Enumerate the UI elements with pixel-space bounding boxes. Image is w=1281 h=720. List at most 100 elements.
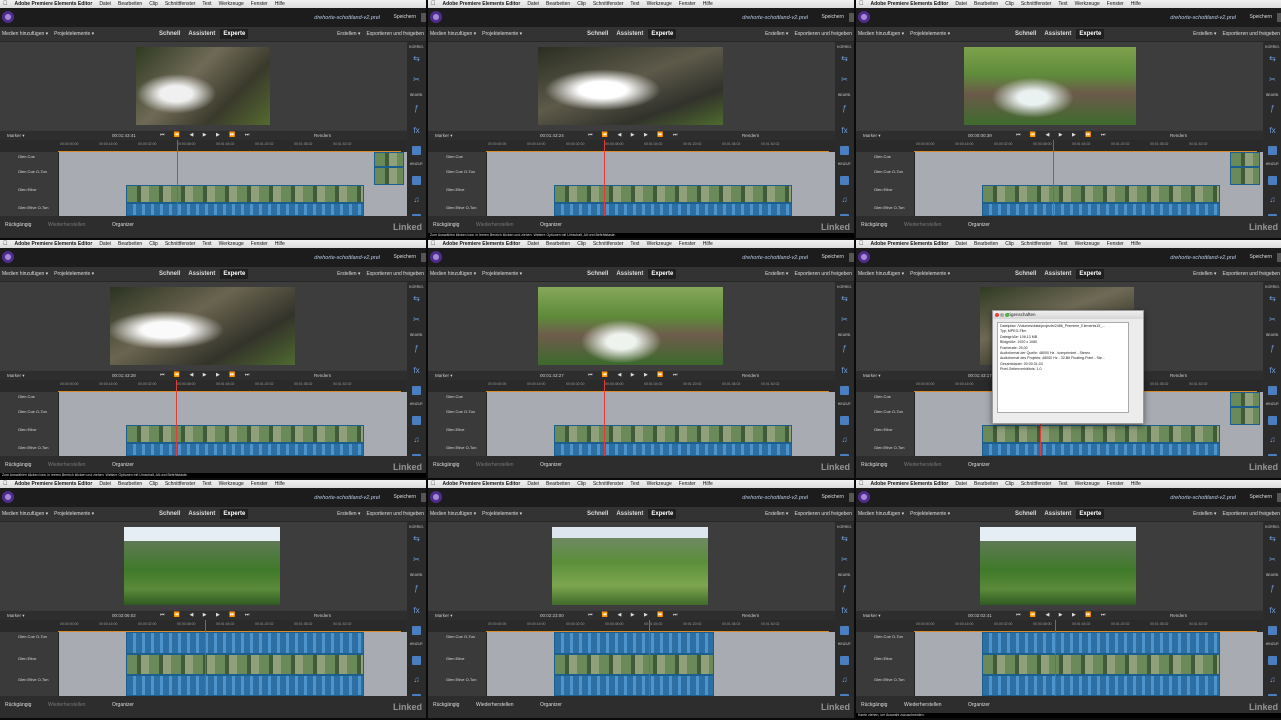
timeline-track[interactable]: Glen Etive [0, 425, 407, 444]
add-media-menu[interactable]: Medien hinzufügen ▾ [2, 511, 48, 517]
redo-button[interactable]: Wiederherstellen [48, 462, 86, 468]
menu-item[interactable]: Text [630, 1, 639, 7]
audio-clip[interactable] [554, 675, 714, 696]
music-icon[interactable]: ♫ [836, 675, 853, 684]
undo-button[interactable]: Rückgängig [861, 702, 887, 708]
timeline-track[interactable]: Glen Etive O-Ton [0, 443, 407, 457]
playhead[interactable] [177, 140, 178, 216]
menu-item[interactable]: Datei [527, 241, 539, 247]
transport-controls[interactable]: ⏮ ⏪ ◀ ▶ ▶ ⏩ ⏭ [1016, 612, 1109, 618]
audio-clip[interactable] [126, 632, 364, 654]
menu-item[interactable]: Schnittfenster [1021, 241, 1052, 247]
adjust-icon[interactable]: ⇆ [836, 294, 853, 303]
mode-tab-schnell[interactable]: Schnell [584, 509, 611, 519]
menu-item[interactable]: Text [202, 481, 211, 487]
project-elements-menu[interactable]: Projektelemente ▾ [54, 31, 94, 37]
video-clip[interactable] [1230, 392, 1260, 407]
video-preview[interactable] [136, 47, 270, 125]
app-menu[interactable]: Adobe Premiere Elements Editor [871, 1, 949, 7]
timeline-ruler[interactable]: 00:00:00:00 00:00:16:00 00:00:32:00 00:00:4… [428, 380, 835, 392]
video-clip[interactable] [126, 654, 364, 675]
timeline-track[interactable]: Glen Etive [428, 425, 835, 444]
project-elements-menu[interactable]: Projektelemente ▾ [54, 511, 94, 517]
mode-tab-experte[interactable]: Experte [220, 269, 249, 279]
timeline-ruler[interactable]: 00:00:00:00 00:00:16:00 00:00:32:00 00:00:4… [428, 620, 835, 632]
menu-item[interactable]: Fenster [679, 1, 696, 7]
organizer-button[interactable]: Organizer [112, 702, 134, 708]
menu-item[interactable]: Schnittfenster [165, 481, 196, 487]
applied-effects-icon[interactable]: ƒ [836, 344, 853, 353]
adjust-icon[interactable]: ⇆ [408, 534, 425, 543]
mode-tab-assistent[interactable]: Assistent [185, 29, 218, 39]
mode-tab-assistent[interactable]: Assistent [613, 269, 646, 279]
minimize-dialog-icon[interactable] [1000, 313, 1004, 317]
project-elements-menu[interactable]: Projektelemente ▾ [482, 511, 522, 517]
color-icon[interactable] [1268, 146, 1277, 155]
menu-item[interactable]: Schnittfenster [165, 241, 196, 247]
app-menu[interactable]: Adobe Premiere Elements Editor [15, 241, 93, 247]
mode-tab-experte[interactable]: Experte [220, 509, 249, 519]
add-media-menu[interactable]: Medien hinzufügen ▾ [858, 511, 904, 517]
render-button[interactable]: Rendern [742, 613, 759, 618]
video-clip[interactable] [982, 654, 1220, 675]
video-clip[interactable] [374, 152, 404, 167]
menu-item[interactable]: Schnittfenster [593, 481, 624, 487]
apple-menu-icon[interactable]:  [859, 1, 864, 7]
timeline-ruler[interactable]: 00:00:00:00 00:00:16:00 00:00:32:00 00:00:4… [0, 620, 407, 632]
organizer-button[interactable]: Organizer [540, 462, 562, 468]
timeline-track[interactable]: Glen Etive O-Ton [0, 675, 407, 697]
save-button[interactable]: Speichern [1249, 254, 1272, 260]
menu-item[interactable]: Fenster [1107, 481, 1124, 487]
fx-icon[interactable]: fx [408, 126, 425, 135]
audio-clip[interactable] [126, 203, 364, 216]
add-media-menu[interactable]: Medien hinzufügen ▾ [2, 271, 48, 277]
menu-item[interactable]: Werkzeuge [1075, 1, 1100, 7]
mode-tab-assistent[interactable]: Assistent [1041, 29, 1074, 39]
mode-tab-schnell[interactable]: Schnell [156, 269, 183, 279]
menu-item[interactable]: Bearbeiten [974, 1, 998, 7]
timeline-track[interactable]: Glen Etive [856, 185, 1263, 204]
marker-menu[interactable]: Marker ▾ [863, 133, 881, 139]
timeline-track[interactable]: Glen Etive O-Ton [856, 203, 1263, 217]
music-icon[interactable]: ♫ [1264, 675, 1281, 684]
mode-tab-assistent[interactable]: Assistent [1041, 269, 1074, 279]
redo-button[interactable]: Wiederherstellen [904, 462, 942, 468]
zoom-dialog-icon[interactable] [1005, 313, 1009, 317]
undo-button[interactable]: Rückgängig [861, 222, 887, 228]
timeline-ruler[interactable]: 00:00:00:00 00:00:16:00 00:00:32:00 00:00:4… [856, 140, 1263, 152]
video-preview[interactable] [964, 47, 1136, 125]
mode-tab-assistent[interactable]: Assistent [185, 269, 218, 279]
timeline-track[interactable]: Glen Etive [428, 654, 835, 676]
create-menu[interactable]: Erstellen ▾ [1193, 271, 1216, 277]
marker-menu[interactable]: Marker ▾ [7, 133, 25, 139]
render-button[interactable]: Rendern [314, 373, 331, 378]
menu-item[interactable]: Datei [527, 1, 539, 7]
timeline-track[interactable]: Glen Etive O-Ton [0, 203, 407, 217]
app-menu[interactable]: Adobe Premiere Elements Editor [871, 481, 949, 487]
menu-item[interactable]: Bearbeiten [546, 481, 570, 487]
menu-item[interactable]: Bearbeiten [974, 481, 998, 487]
redo-button[interactable]: Wiederherstellen [48, 702, 86, 708]
add-media-menu[interactable]: Medien hinzufügen ▾ [430, 511, 476, 517]
menu-item[interactable]: Datei [99, 1, 111, 7]
tools-icon[interactable]: ✂ [836, 555, 853, 564]
create-menu[interactable]: Erstellen ▾ [765, 511, 788, 517]
panel-collapse-icon[interactable] [1277, 493, 1281, 502]
menu-item[interactable]: Schnittfenster [165, 1, 196, 7]
video-clip[interactable] [126, 185, 364, 203]
music-icon[interactable]: ♫ [1264, 435, 1281, 444]
app-menu[interactable]: Adobe Premiere Elements Editor [443, 1, 521, 7]
applied-effects-icon[interactable]: ƒ [1264, 584, 1281, 593]
project-elements-menu[interactable]: Projektelemente ▾ [482, 31, 522, 37]
timeline-track[interactable]: Glen Coe [428, 392, 835, 408]
redo-button[interactable]: Wiederherstellen [904, 222, 942, 228]
video-clip[interactable] [1230, 407, 1260, 425]
title-icon[interactable] [412, 176, 421, 185]
tools-icon[interactable]: ✂ [1264, 315, 1281, 324]
color-icon[interactable] [412, 146, 421, 155]
menu-item[interactable]: Clip [577, 481, 586, 487]
timeline-track[interactable]: Glen Coe O-Ton [856, 167, 1263, 186]
marker-menu[interactable]: Marker ▾ [7, 373, 25, 379]
undo-button[interactable]: Rückgängig [433, 702, 459, 708]
timeline-track[interactable]: Glen Etive O-Ton [428, 443, 835, 457]
